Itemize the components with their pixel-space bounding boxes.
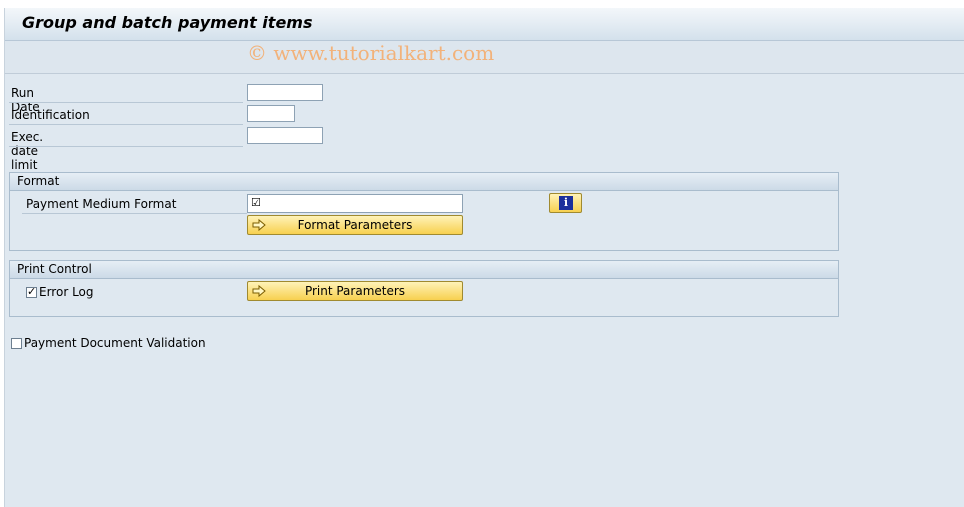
error-log-checkbox[interactable]: ✓ (26, 285, 37, 298)
main-window: Group and batch payment items © www.tuto… (4, 8, 964, 507)
page-title: Group and batch payment items (22, 13, 313, 32)
payment-document-validation-checkbox[interactable] (11, 338, 22, 349)
application-toolbar: © www.tutorialkart.com (5, 41, 964, 74)
watermark: © www.tutorialkart.com (247, 41, 495, 65)
print-parameters-button[interactable]: Print Parameters (247, 281, 463, 301)
row-divider (9, 124, 243, 125)
title-bar: Group and batch payment items (5, 8, 964, 41)
checkmark-icon: ✓ (27, 285, 37, 298)
checkbox-mark-icon: ☑ (251, 196, 261, 209)
row-divider (9, 102, 243, 103)
info-button[interactable]: i (549, 193, 582, 213)
print-control-group-title: Print Control (17, 262, 92, 276)
payment-medium-format-label: Payment Medium Format (26, 197, 177, 211)
format-group-header: Format (10, 173, 838, 191)
run-date-input[interactable] (247, 84, 323, 101)
row-divider (22, 213, 247, 214)
execute-arrow-icon (252, 284, 266, 298)
format-parameters-label: Format Parameters (297, 218, 413, 232)
row-divider (9, 146, 243, 147)
format-parameters-button[interactable]: Format Parameters (247, 215, 463, 235)
payment-document-validation-label: Payment Document Validation (24, 336, 206, 350)
info-icon: i (559, 196, 573, 210)
format-group-title: Format (17, 174, 60, 188)
error-log-label: Error Log (39, 285, 94, 299)
execute-arrow-icon (252, 218, 266, 232)
identification-input[interactable] (247, 105, 295, 122)
exec-date-limit-input[interactable] (247, 127, 323, 144)
format-group: Format Payment Medium Format ☑ i Format … (9, 172, 839, 251)
print-control-group-header: Print Control (10, 261, 838, 279)
print-parameters-label: Print Parameters (304, 284, 406, 298)
identification-label: Identification (11, 108, 90, 122)
selection-screen: Run Date Identification Exec. date limit… (5, 74, 964, 507)
print-control-group: Print Control ✓ Error Log Print Paramete… (9, 260, 839, 317)
exec-date-limit-label: Exec. date limit (11, 130, 44, 172)
payment-medium-format-input[interactable]: ☑ (247, 194, 463, 213)
